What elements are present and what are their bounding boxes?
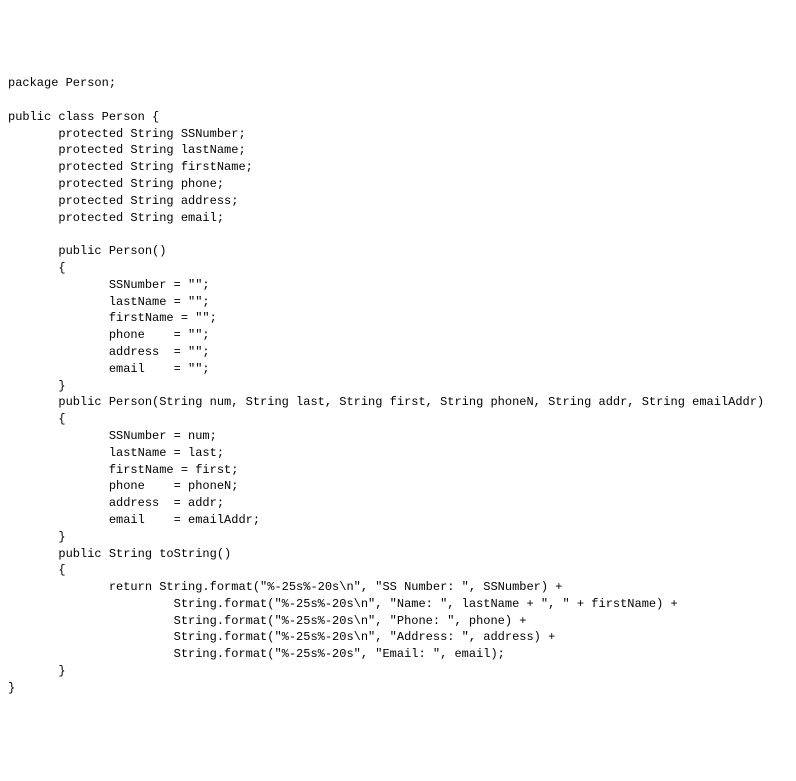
code-block: package Person; public class Person { pr…: [8, 75, 788, 696]
